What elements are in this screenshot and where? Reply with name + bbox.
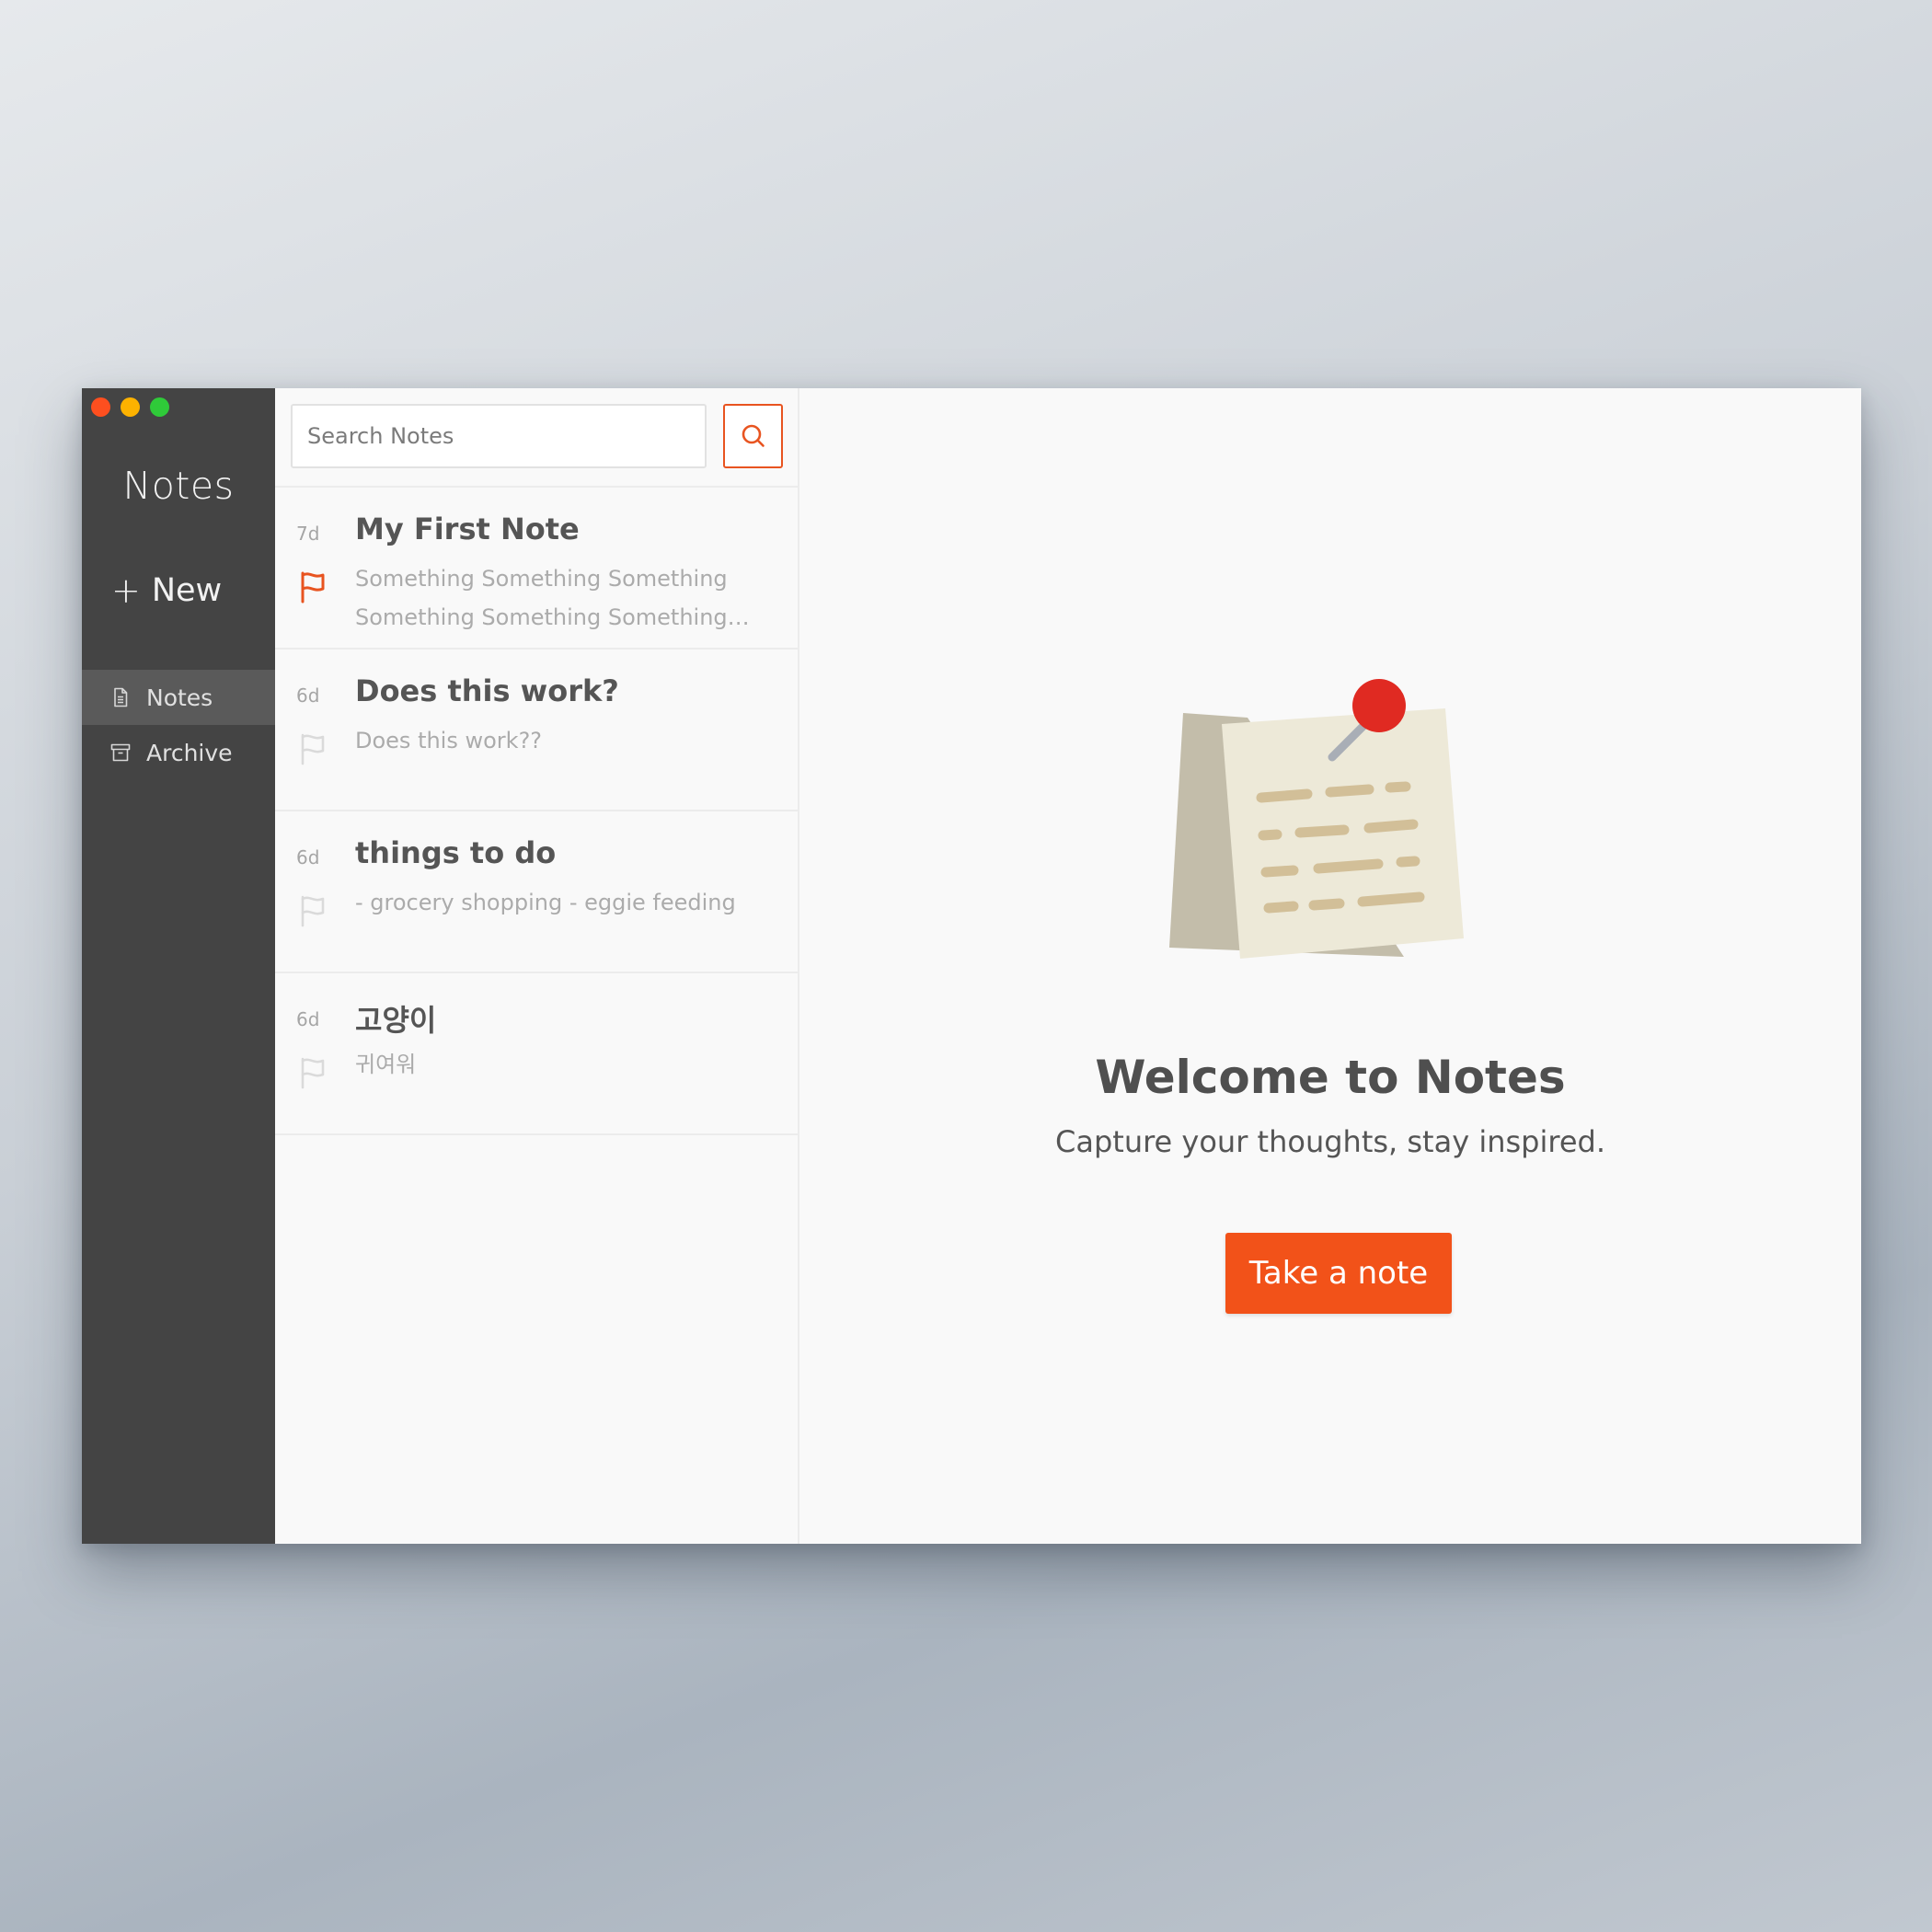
note-age: 7d xyxy=(296,523,320,545)
plus-icon: + xyxy=(111,570,141,611)
note-title: Does this work? xyxy=(355,673,619,708)
document-icon xyxy=(114,687,128,707)
new-note-button[interactable]: + New xyxy=(111,572,222,609)
flag-icon[interactable] xyxy=(298,570,328,604)
note-title: 고양이 xyxy=(355,1003,437,1038)
sidebar-item-label: Notes xyxy=(146,684,213,711)
note-preview: Does this work?? xyxy=(355,728,543,753)
archive-icon xyxy=(110,743,131,762)
list-item[interactable]: 6d things to do - grocery shopping - egg… xyxy=(275,811,798,973)
note-age: 6d xyxy=(296,846,320,868)
app-title: Notes xyxy=(122,464,235,508)
search-bar xyxy=(275,388,798,488)
sidebar-item-label: Archive xyxy=(146,739,233,766)
close-window-button[interactable] xyxy=(91,397,110,417)
new-note-label: New xyxy=(151,572,223,609)
flag-icon[interactable] xyxy=(298,1056,328,1089)
sidebar-nav: Notes Archive xyxy=(82,670,275,780)
app-window: Notes + New Notes Archive Search Notes 7… xyxy=(82,388,1861,1544)
window-controls xyxy=(91,397,169,417)
pinned-note-illustration xyxy=(1169,679,1464,959)
list-item[interactable]: 6d Does this work? Does this work?? xyxy=(275,650,798,811)
note-preview: Something Something Something Something … xyxy=(355,566,728,630)
note-preview: 귀여워 xyxy=(355,1052,417,1077)
main-panel: Welcome to Notes Capture your thoughts, … xyxy=(799,388,1861,1544)
sidebar: Notes + New Notes Archive xyxy=(82,388,275,1544)
note-age: 6d xyxy=(296,1008,320,1030)
search-button[interactable] xyxy=(723,404,783,468)
welcome-subtitle: Capture your thoughts, stay inspired. xyxy=(1055,1124,1605,1159)
note-title: My First Note xyxy=(355,512,580,546)
flag-icon[interactable] xyxy=(298,732,328,765)
maximize-window-button[interactable] xyxy=(150,397,169,417)
sidebar-item-archive[interactable]: Archive xyxy=(82,725,275,780)
take-a-note-button[interactable]: Take a note xyxy=(1225,1233,1452,1314)
search-icon xyxy=(742,424,765,447)
list-item[interactable]: 7d My First Note Something Something Som… xyxy=(275,488,798,650)
note-preview: - grocery shopping - eggie feeding xyxy=(355,890,736,915)
flag-icon[interactable] xyxy=(298,894,328,927)
sidebar-item-notes[interactable]: Notes xyxy=(82,670,275,725)
note-list: 7d My First Note Something Something Som… xyxy=(275,388,799,1544)
note-title: things to do xyxy=(355,835,557,870)
minimize-window-button[interactable] xyxy=(121,397,140,417)
list-item[interactable]: 6d 고양이 귀여워 xyxy=(275,973,798,1135)
search-input[interactable] xyxy=(291,404,707,468)
note-age: 6d xyxy=(296,684,320,707)
welcome-title: Welcome to Notes xyxy=(1095,1051,1566,1104)
